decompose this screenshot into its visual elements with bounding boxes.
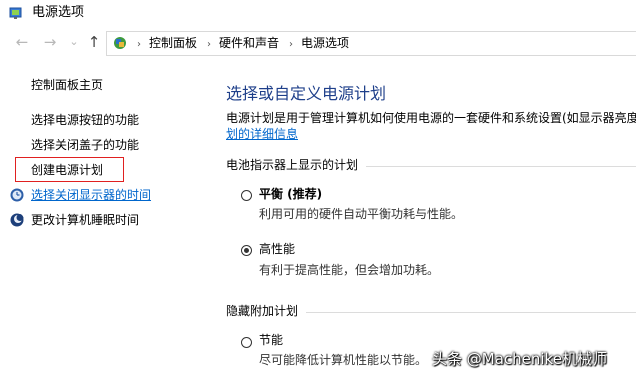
hidden-plans-toggle[interactable]: 隐藏附加计划	[226, 304, 298, 319]
control-panel-icon	[114, 37, 126, 49]
title-bar: 电源选项	[0, 0, 636, 28]
section-divider	[306, 312, 636, 313]
sidebar-item-power-button[interactable]: 选择电源按钮的功能	[31, 113, 139, 128]
address-box[interactable]: › 控制面板 › 硬件和声音 › 电源选项	[106, 31, 636, 56]
section-divider	[366, 166, 636, 167]
plan-high-performance-label[interactable]: 高性能	[259, 242, 295, 257]
plan-high-performance-desc: 有利于提高性能，但会增加功耗。	[259, 263, 440, 277]
watermark: 头条 @Machenike机械师	[432, 350, 607, 368]
breadcrumb-separator: ›	[207, 39, 212, 50]
radio-balanced[interactable]	[241, 190, 252, 201]
sidebar-item-create-plan[interactable]: 创建电源计划	[31, 163, 103, 178]
plan-power-saver-label[interactable]: 节能	[259, 333, 283, 348]
description-text: 电源计划是用于管理计算机如何使用电源的一套硬件和系统设置(如显示器亮度	[226, 111, 636, 125]
plan-balanced-desc: 利用可用的硬件自动平衡功耗与性能。	[259, 207, 464, 221]
back-button[interactable]: ←	[14, 34, 30, 50]
display-clock-icon	[10, 188, 24, 202]
plan-details-link[interactable]: 划的详细信息	[226, 127, 298, 142]
recent-locations-dropdown[interactable]: ⌄	[66, 34, 82, 50]
control-panel-home-link[interactable]: 控制面板主页	[31, 78, 103, 93]
plan-balanced-label[interactable]: 平衡 (推荐)	[259, 187, 322, 202]
radio-high-performance[interactable]	[241, 245, 252, 256]
breadcrumb-separator: ›	[137, 39, 141, 50]
moon-icon	[10, 213, 24, 227]
sidebar-item-sleep-time[interactable]: 更改计算机睡眠时间	[31, 213, 139, 228]
battery-section-title: 电池指示器上显示的计划	[226, 158, 359, 172]
plan-power-saver-desc: 尽可能降低计算机性能以节能。	[259, 353, 428, 367]
sidebar-item-lid-close[interactable]: 选择关闭盖子的功能	[31, 138, 139, 153]
breadcrumb: › 控制面板 › 硬件和声音 › 电源选项	[137, 36, 349, 52]
window-title: 电源选项	[32, 5, 85, 20]
page-title: 选择或自定义电源计划	[226, 84, 387, 103]
breadcrumb-hardware-sound[interactable]: 硬件和声音	[219, 36, 279, 50]
address-bar: ← → ⌄ ↑ › 控制面板 › 硬件和声音 › 电源选项	[0, 28, 636, 58]
breadcrumb-control-panel[interactable]: 控制面板	[149, 36, 197, 50]
radio-power-saver[interactable]	[241, 337, 252, 348]
breadcrumb-separator: ›	[289, 39, 294, 50]
power-options-icon	[9, 7, 22, 19]
forward-button[interactable]: →	[42, 34, 58, 50]
up-button[interactable]: ↑	[86, 34, 102, 50]
breadcrumb-power-options[interactable]: 电源选项	[301, 36, 349, 50]
sidebar: 控制面板主页 选择电源按钮的功能 选择关闭盖子的功能 创建电源计划 选择关闭显示…	[0, 58, 205, 379]
sidebar-item-display-off[interactable]: 选择关闭显示器的时间	[31, 188, 151, 203]
